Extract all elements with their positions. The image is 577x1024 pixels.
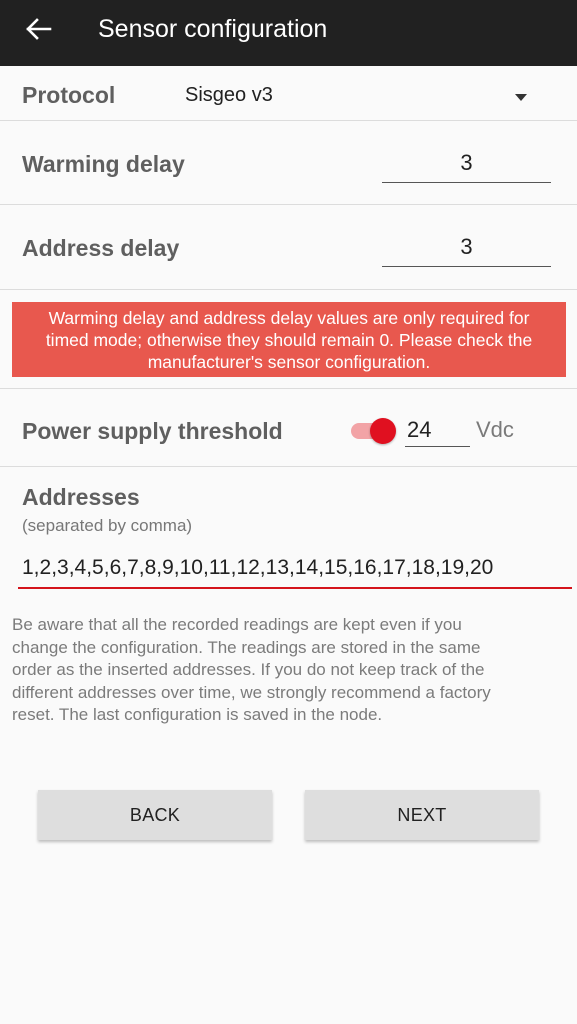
- protocol-row: Protocol Sisgeo v3: [0, 66, 577, 121]
- power-supply-toggle[interactable]: [351, 418, 399, 444]
- warning-line: Warming delay and address delay values a…: [48, 308, 530, 328]
- protocol-label: Protocol: [22, 82, 116, 108]
- next-button[interactable]: NEXT: [305, 790, 539, 840]
- app-bar: Sensor configuration: [0, 0, 577, 66]
- warming-delay-row: Warming delay: [0, 121, 577, 205]
- warning-line: manufacturer's sensor configuration.: [147, 352, 431, 372]
- note-line: change the configuration. The readings a…: [12, 637, 481, 657]
- warning-banner: Warming delay and address delay values a…: [12, 302, 566, 377]
- warning-line: timed mode; otherwise they should remain…: [45, 330, 533, 350]
- addresses-input[interactable]: [18, 549, 572, 589]
- warming-delay-label: Warming delay: [22, 151, 185, 177]
- warming-delay-input[interactable]: [382, 143, 551, 183]
- note-line: Be aware that all the recorded readings …: [12, 615, 462, 634]
- dropdown-arrow-icon[interactable]: [515, 94, 527, 101]
- protocol-select[interactable]: Sisgeo v3: [185, 84, 273, 107]
- page-title: Sensor configuration: [98, 15, 328, 43]
- back-button[interactable]: BACK: [38, 790, 272, 840]
- unit-label: Vdc: [476, 417, 514, 442]
- info-note: Be aware that all the recorded readings …: [12, 614, 568, 727]
- power-supply-label: Power supply threshold: [22, 418, 283, 444]
- power-threshold-input[interactable]: [405, 413, 470, 447]
- address-delay-row: Address delay: [0, 205, 577, 290]
- address-delay-input[interactable]: [382, 227, 551, 267]
- toggle-thumb: [370, 418, 396, 444]
- addresses-label: Addresses: [22, 484, 140, 510]
- addresses-hint: (separated by comma): [22, 516, 193, 535]
- power-supply-row: Power supply threshold Vdc: [0, 389, 577, 467]
- note-line: different addresses over time, we strong…: [12, 682, 491, 702]
- note-line: order as the inserted addresses. If you …: [12, 660, 485, 679]
- address-delay-label: Address delay: [22, 235, 180, 261]
- note-line: reset. The last configuration is saved i…: [12, 705, 383, 724]
- arrow-left-icon[interactable]: [24, 17, 52, 41]
